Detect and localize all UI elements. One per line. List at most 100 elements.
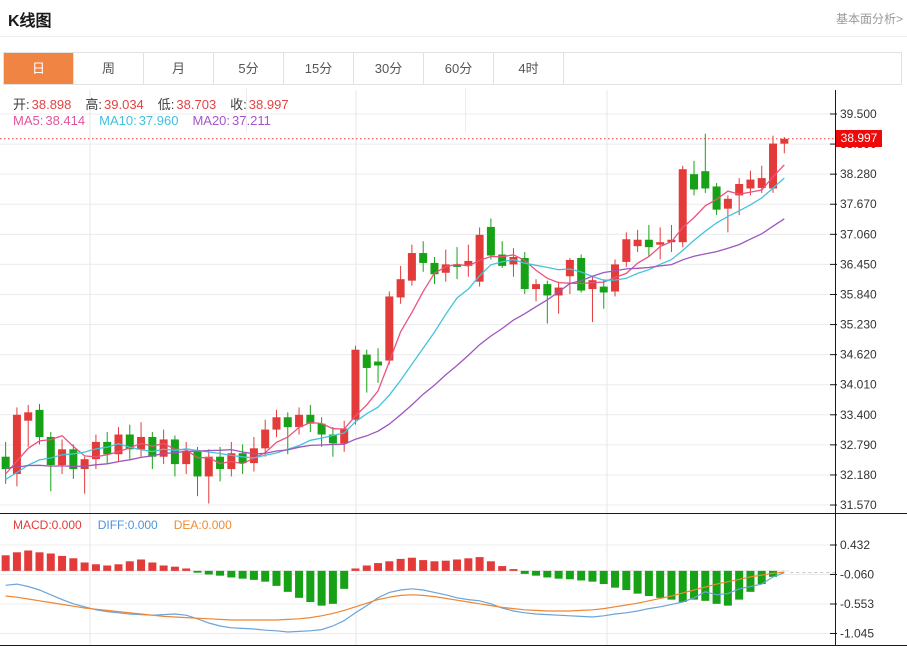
macd-histogram-bar [385, 561, 393, 571]
macd-label: DIFF:0.000 [98, 518, 158, 532]
macd-histogram-bar [35, 552, 43, 571]
macd-histogram-bar [442, 561, 450, 571]
tab-日[interactable]: 日 [4, 53, 74, 84]
candle-body [385, 296, 393, 360]
axis-tick-label: 31.570 [840, 498, 877, 512]
tab-60分[interactable]: 60分 [424, 53, 494, 84]
candle-body [363, 355, 371, 368]
candle-body [746, 180, 754, 189]
macd-histogram-bar [543, 571, 551, 578]
axis-tick-label: 34.010 [840, 378, 877, 392]
ma10-line [6, 178, 785, 479]
macd-histogram-bar [487, 561, 495, 571]
macd-histogram-bar [397, 559, 405, 571]
candle-body [690, 174, 698, 189]
macd-histogram-bar [114, 564, 122, 571]
macd-histogram-bar [329, 571, 337, 604]
macd-histogram-bar [2, 555, 10, 571]
axis-tick-label: 0.432 [840, 538, 870, 552]
axis-tick-label: -1.045 [840, 626, 874, 640]
axis-tick-label: 32.790 [840, 438, 877, 452]
candle-body [487, 227, 495, 256]
tab-15分[interactable]: 15分 [284, 53, 354, 84]
macd-histogram-bar [126, 561, 134, 571]
macd-label: DEA:0.000 [174, 518, 232, 532]
macd-histogram-bar [374, 563, 382, 571]
candle-body [272, 417, 280, 429]
tab-月[interactable]: 月 [144, 53, 214, 84]
axis-tick-label: 38.280 [840, 167, 877, 181]
macd-histogram-bar [645, 571, 653, 596]
macd-histogram-bar [69, 558, 77, 571]
candle-body [532, 284, 540, 289]
current-price-badge: 38.997 [836, 130, 882, 147]
ma-item: MA20:37.211 [192, 113, 270, 128]
candle-body [284, 417, 292, 427]
candlestick-series [2, 134, 789, 504]
macd-histogram-bar [171, 567, 179, 571]
axis-tick-label: 35.840 [840, 287, 877, 301]
axis-tick-label: 34.620 [840, 348, 877, 362]
macd-histogram-bar [453, 559, 461, 570]
axis-tick-label: 37.060 [840, 227, 877, 241]
macd-histogram-bar [250, 571, 258, 580]
ohlc-item: 开:38.898 [13, 97, 71, 112]
macd-histogram-bar [227, 571, 235, 578]
macd-histogram-bar [408, 558, 416, 571]
macd-histogram-bar [555, 571, 563, 579]
candle-body [250, 448, 258, 463]
macd-histogram-bar [261, 571, 269, 582]
macd-histogram-bar [340, 571, 348, 589]
macd-histogram-bar [419, 560, 427, 571]
ma5-line [6, 165, 785, 474]
candle-body [24, 412, 32, 420]
candle-body [476, 235, 484, 282]
candle-body [408, 253, 416, 281]
macd-histogram-bar [363, 565, 371, 570]
macd-histogram-bar [476, 557, 484, 571]
macd-histogram-bar [622, 571, 630, 590]
macd-histogram-bar [24, 551, 32, 571]
macd-label: MACD:0.000 [13, 518, 82, 532]
candle-body [182, 452, 190, 464]
ma20-line [6, 219, 785, 468]
candle-body [656, 242, 664, 244]
macd-histogram-bar [509, 569, 517, 571]
candle-body [419, 253, 427, 263]
candle-body [58, 449, 66, 465]
macd-histogram-bar [430, 561, 438, 571]
tab-5分[interactable]: 5分 [214, 53, 284, 84]
macd-histogram-bar [272, 571, 280, 586]
ohlc-item: 高:39.034 [85, 97, 143, 112]
candle-body [634, 240, 642, 246]
candle-body [577, 258, 585, 291]
macd-histogram-bar [588, 571, 596, 582]
macd-histogram-bar [318, 571, 326, 606]
candle-body [724, 199, 732, 209]
macd-histogram-bar [746, 571, 754, 592]
axis-tick-label: 39.500 [840, 107, 877, 121]
tab-4时[interactable]: 4时 [494, 53, 564, 84]
candle-body [295, 415, 303, 427]
macd-histogram-bar [81, 562, 89, 570]
macd-histogram-bar [284, 571, 292, 592]
axis-tick-label: 32.180 [840, 468, 877, 482]
macd-histogram-bar [160, 565, 168, 570]
axis-tick-label: -0.553 [840, 597, 874, 611]
macd-histogram-bar [577, 571, 585, 581]
macd-histogram-bar [713, 571, 721, 604]
ma-item: MA10:37.960 [99, 113, 178, 128]
macd-histogram-bar [182, 568, 190, 570]
ohlc-info: 开:38.898高:39.034低:38.703收:38.997 [13, 94, 303, 113]
ma-info: MA5:38.414MA10:37.960MA20:37.211 [13, 113, 285, 128]
tab-周[interactable]: 周 [74, 53, 144, 84]
tab-30分[interactable]: 30分 [354, 53, 424, 84]
macd-histogram-bar [566, 571, 574, 579]
macd-info: MACD:0.000 DIFF:0.000 DEA:0.000 [13, 518, 248, 532]
macd-histogram-bar [656, 571, 664, 598]
axis-tick-label: 35.230 [840, 318, 877, 332]
candle-body [261, 430, 269, 449]
candle-body [566, 260, 574, 276]
axis-tick-label: 36.450 [840, 257, 877, 271]
ohlc-item: 低:38.703 [158, 97, 216, 112]
